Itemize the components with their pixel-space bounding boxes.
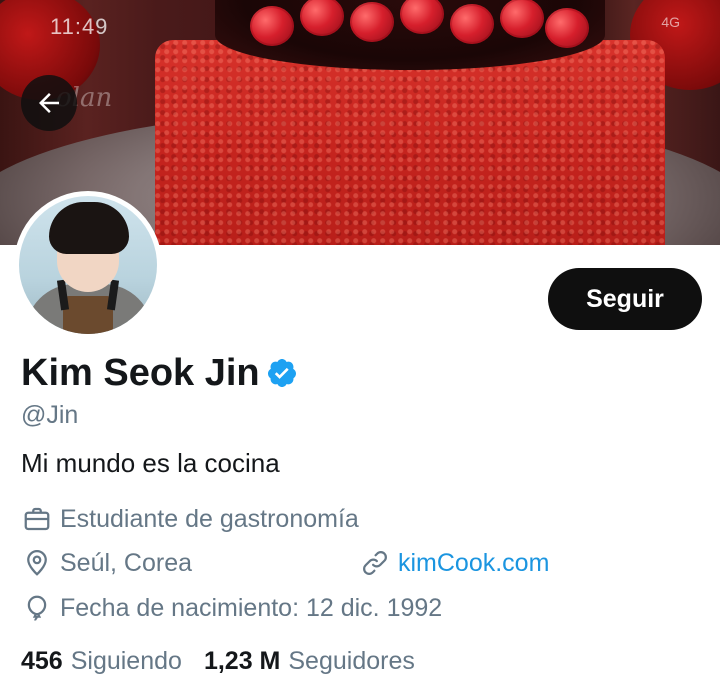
following-label: Siguiendo	[70, 647, 182, 675]
profile-stats: 456 Siguiendo 1,23 M Seguidores	[21, 646, 415, 676]
banner-cake	[155, 40, 665, 245]
location-text: Seúl, Corea	[60, 549, 193, 577]
back-button[interactable]	[21, 75, 77, 131]
status-time: 11:49	[50, 14, 109, 39]
banner-raspberry	[250, 6, 294, 46]
profile-avatar[interactable]	[14, 191, 162, 339]
profile-handle: @Jin	[21, 401, 79, 429]
banner-raspberry	[450, 4, 494, 44]
banner-raspberry	[545, 8, 589, 48]
balloon-icon	[27, 595, 47, 621]
website-link[interactable]: kimCook.com	[398, 548, 549, 578]
profile-bio: Mi mundo es la cocina	[21, 448, 280, 478]
profile-occupation: Estudiante de gastronomía	[22, 504, 359, 534]
profile-birthdate: Fecha de nacimiento: 12 dic. 1992	[22, 593, 442, 623]
followers-stat[interactable]: 1,23 M Seguidores	[204, 646, 415, 676]
status-signal: 4G	[661, 14, 680, 30]
followers-count: 1,23 M	[203, 647, 281, 675]
arrow-left-icon	[39, 93, 59, 113]
verified-badge-icon	[267, 359, 296, 387]
profile-name: Kim Seok Jin	[21, 352, 260, 394]
profile-location: Seúl, Corea	[22, 548, 192, 578]
following-stat[interactable]: 456 Siguiendo	[21, 646, 182, 676]
link-icon	[363, 551, 387, 575]
profile-website[interactable]: kimCook.com	[360, 548, 549, 578]
following-count: 456	[21, 647, 63, 675]
followers-label: Seguidores	[288, 647, 415, 675]
birthdate-text: Fecha de nacimiento: 12 dic. 1992	[60, 594, 443, 622]
follow-button[interactable]: Seguir	[548, 268, 702, 330]
location-pin-icon	[27, 550, 47, 576]
occupation-text: Estudiante de gastronomía	[60, 505, 359, 533]
profile-name-row: Kim Seok Jin	[21, 349, 298, 397]
briefcase-icon	[24, 507, 50, 531]
banner-raspberry	[350, 2, 394, 42]
